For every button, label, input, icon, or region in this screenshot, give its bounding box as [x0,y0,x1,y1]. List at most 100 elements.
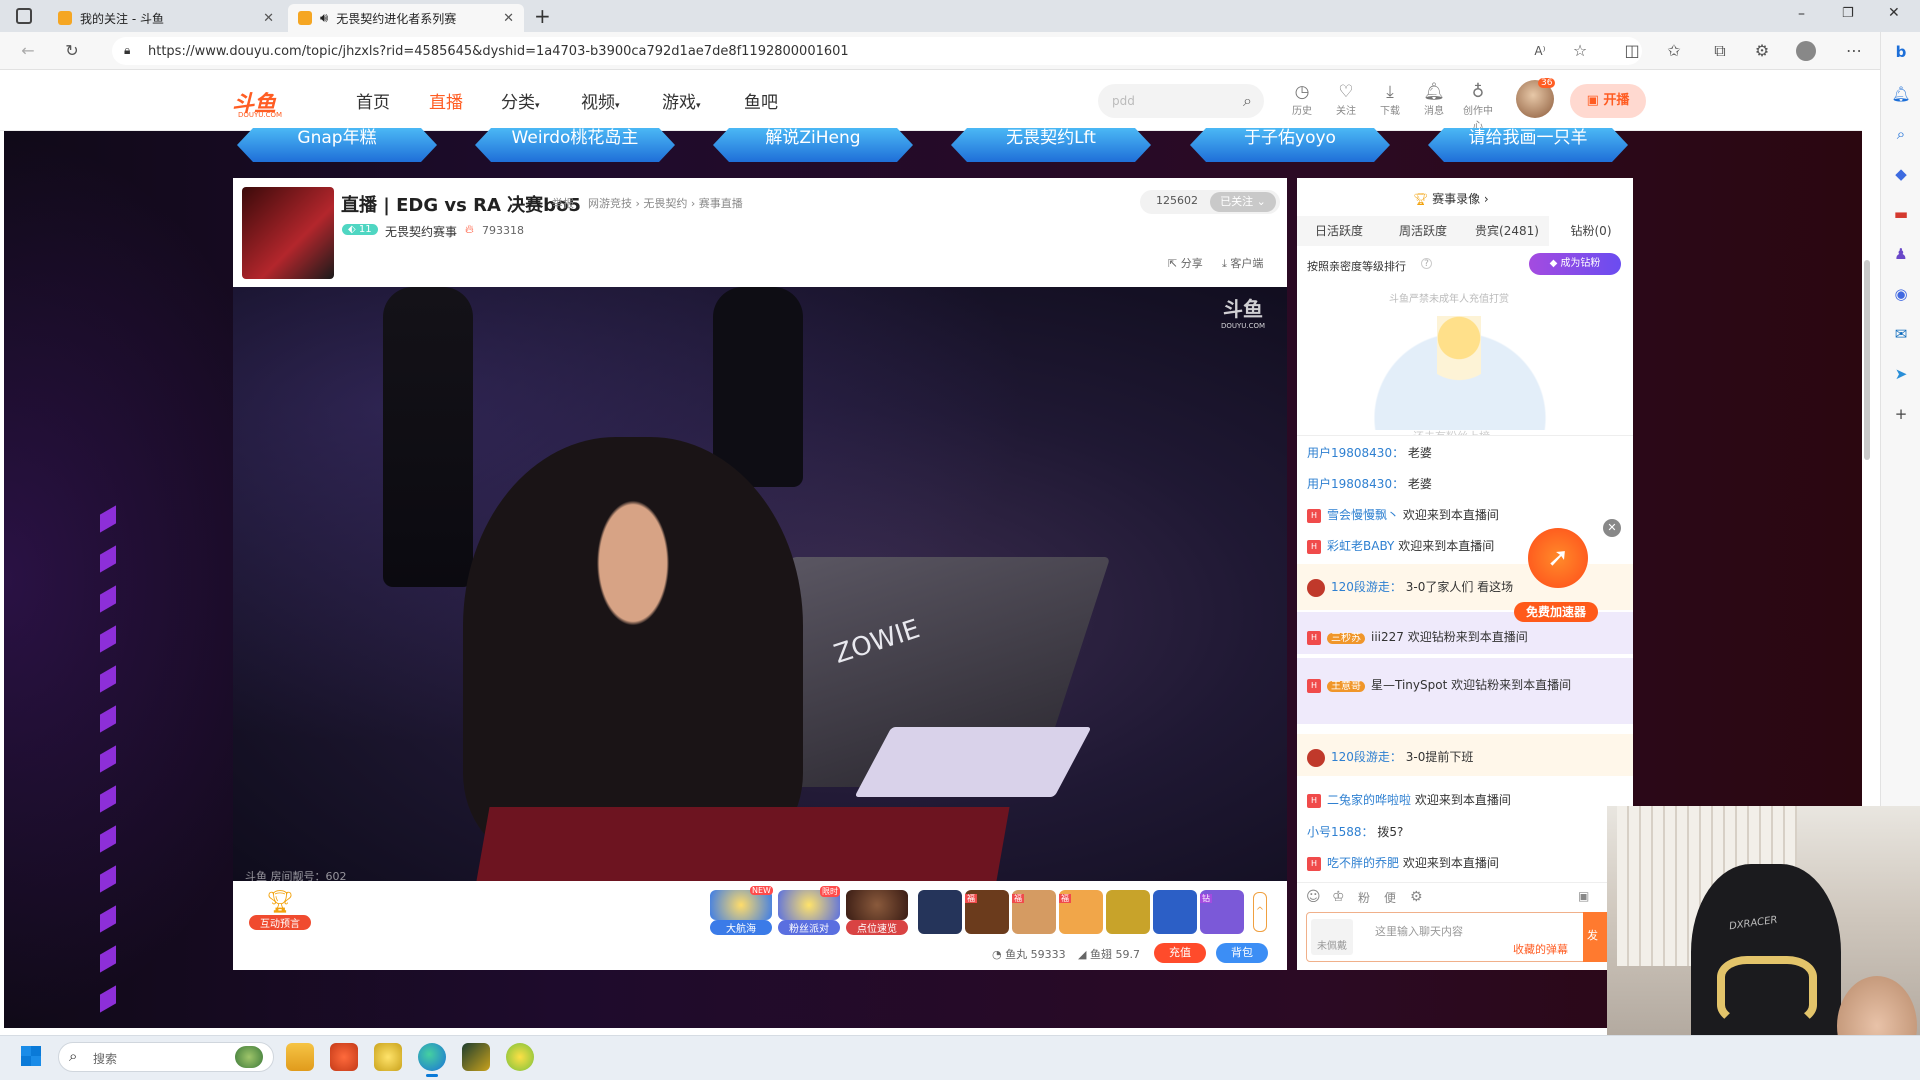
report-link[interactable]: 举报 [552,195,574,211]
unarmed-badge[interactable]: 未佩戴 [1311,919,1353,955]
gift-item[interactable] [1153,890,1197,934]
anchor-banner[interactable]: 无畏契约Lft [951,128,1151,162]
follow-button[interactable]: ♡ 关注 [1328,82,1364,117]
chat-user[interactable]: iii227 [1371,630,1404,644]
page-scrollbar[interactable] [1864,260,1870,460]
anchor-banner[interactable]: 解说ZiHeng [713,128,913,162]
emoji-icon[interactable]: ☺ [1306,889,1321,905]
extensions-icon[interactable]: ⚙ [1752,41,1772,61]
taskbar-search[interactable]: ⌕ 搜索 [58,1042,274,1072]
tab-weekly[interactable]: 周活跃度 [1381,216,1465,246]
gift-item[interactable] [918,890,962,934]
fav-danmu-link[interactable]: 收藏的弹幕 [1513,941,1568,957]
close-tab-icon[interactable]: ✕ [503,11,514,26]
share-button[interactable]: ⇱ 分享 [1168,255,1203,271]
chat-user[interactable]: 彩虹老BABY [1327,539,1394,553]
gift-item[interactable]: 福 [1059,890,1103,934]
chat-user[interactable]: 二兔家的哗啦啦 [1327,793,1411,807]
search-icon[interactable]: ⌕ [1891,124,1911,144]
chat-user[interactable]: 小号1588： [1307,825,1374,839]
windows-start-icon[interactable] [20,1045,42,1067]
app-icon[interactable] [506,1043,534,1071]
nav-live[interactable]: 直播 [429,88,463,113]
gift-expand-button[interactable]: ^ [1253,892,1267,932]
search-icon[interactable]: ⌕ [1243,84,1252,118]
fan-party-button[interactable]: 粉丝派对 限时 [778,886,840,935]
file-explorer-icon[interactable] [286,1043,314,1071]
accelerator-button[interactable]: ➚ 免费加速器 [1514,528,1598,624]
tab-valorant[interactable]: 🔊︎ 无畏契约进化者系列赛 ✕ [288,4,524,32]
gear-icon[interactable]: ⚙ [1410,889,1423,905]
notification-bell-icon[interactable]: 🔔︎ [1891,84,1911,104]
chat-user[interactable]: 用户19808430： [1307,477,1404,491]
anchor-name[interactable]: 无畏契约赛事 [385,223,457,240]
nav-game[interactable]: 游戏▾ [662,88,701,113]
add-icon[interactable]: + [1891,404,1911,424]
close-window-icon[interactable]: ✕ [1888,5,1900,21]
nav-category[interactable]: 分类▾ [501,88,540,113]
profile-avatar[interactable] [1796,41,1816,61]
client-button[interactable]: ⤓ 客户端 [1222,255,1263,271]
minimize-icon[interactable]: – [1798,6,1805,22]
new-tab-icon[interactable]: + [534,4,551,28]
fan-icon[interactable]: 粉 [1358,889,1370,906]
nav-video[interactable]: 视频▾ [581,88,620,113]
favorites-icon[interactable]: ✩ [1664,41,1684,61]
gift-item[interactable]: 钻 [1200,890,1244,934]
site-search-input[interactable]: pdd ⌕ [1098,84,1264,118]
office-icon[interactable]: ◉ [1891,284,1911,304]
become-diamond-button[interactable]: ◆ 成为钻粉 [1529,253,1621,275]
video-player[interactable]: ZOWIE 斗鱼 DOUYU.COM 斗鱼 房间靓号：602 [233,287,1287,881]
bing-icon[interactable]: b [1891,42,1911,62]
url-field[interactable]: 🔒︎ https://www.douyu.com/topic/jhzxls?ri… [112,37,1642,65]
speaker-icon[interactable]: 🔊︎ [320,11,328,26]
back-icon[interactable]: ← [18,41,38,61]
crown-icon[interactable]: ♔ [1332,889,1345,905]
outlook-icon[interactable]: ✉ [1891,324,1911,344]
help-icon[interactable]: ? [1421,258,1432,269]
read-aloud-icon[interactable]: A⁾ [1530,41,1550,61]
more-menu-icon[interactable]: ⋯ [1844,41,1864,61]
point-overview-button[interactable]: 点位速览 [846,890,908,935]
gift-item[interactable]: 福 [1012,890,1056,934]
anchor-banner[interactable]: Weirdo桃花岛主 [475,128,675,162]
edge-browser-icon[interactable] [418,1043,446,1071]
fullscreen-chat-icon[interactable]: ▣ [1578,889,1589,903]
tab-actions-icon[interactable] [16,8,32,24]
send-icon[interactable]: ➤ [1891,364,1911,384]
tab-my-follows[interactable]: 我的关注 - 斗鱼 ✕ [48,4,284,32]
voyage-button[interactable]: 大航海 NEW [710,886,773,935]
chat-user[interactable]: 120段游走： [1331,580,1402,594]
collections-icon[interactable]: ⧉ [1710,41,1730,61]
chat-user[interactable]: 星—TinySpot [1371,678,1447,692]
anchor-banner[interactable]: 请给我画一只羊 [1428,128,1628,162]
games-icon[interactable]: ♟ [1891,244,1911,264]
tab-diamond[interactable]: 钻粉(0) [1549,216,1633,246]
gift-item[interactable] [1106,890,1150,934]
tab-daily[interactable]: 日活跃度 [1297,216,1381,246]
message-button[interactable]: 🔔︎ 消息 [1416,82,1452,117]
split-screen-icon[interactable]: ◫ [1622,41,1642,61]
chat-user[interactable]: 雪会慢慢飘丶 [1327,508,1399,522]
favorite-star-icon[interactable]: ☆ [1570,41,1590,61]
replay-link[interactable]: 🏆︎ 赛事录像 › [1413,190,1489,207]
recharge-button[interactable]: 充值 [1154,943,1206,963]
backpack-button[interactable]: 背包 [1216,943,1268,963]
follow-state-button[interactable]: 已关注 ⌄ [1210,192,1276,212]
anchor-banner[interactable]: Gnap年糕 [237,128,437,162]
gift-item[interactable]: 福 [965,890,1009,934]
app-icon[interactable] [462,1043,490,1071]
breadcrumb[interactable]: 网游竞技 › 无畏契约 › 赛事直播 [588,195,743,211]
nav-home[interactable]: 首页 [356,88,390,113]
send-button[interactable]: 发送 [1583,912,1607,962]
close-accelerator-icon[interactable]: ✕ [1603,519,1621,537]
chat-user[interactable]: 120段游走： [1331,750,1402,764]
chat-user[interactable]: 吃不胖的乔肥 [1327,856,1399,870]
tab-vip[interactable]: 贵宾(2481) [1465,216,1549,246]
nav-fishbar[interactable]: 鱼吧 [744,88,778,113]
history-button[interactable]: ◷ 历史 [1284,82,1320,117]
close-tab-icon[interactable]: ✕ [263,11,274,26]
owl-app-icon[interactable] [374,1043,402,1071]
download-button[interactable]: ⤓ 下载 [1372,82,1408,117]
anchor-thumbnail[interactable] [242,187,334,279]
